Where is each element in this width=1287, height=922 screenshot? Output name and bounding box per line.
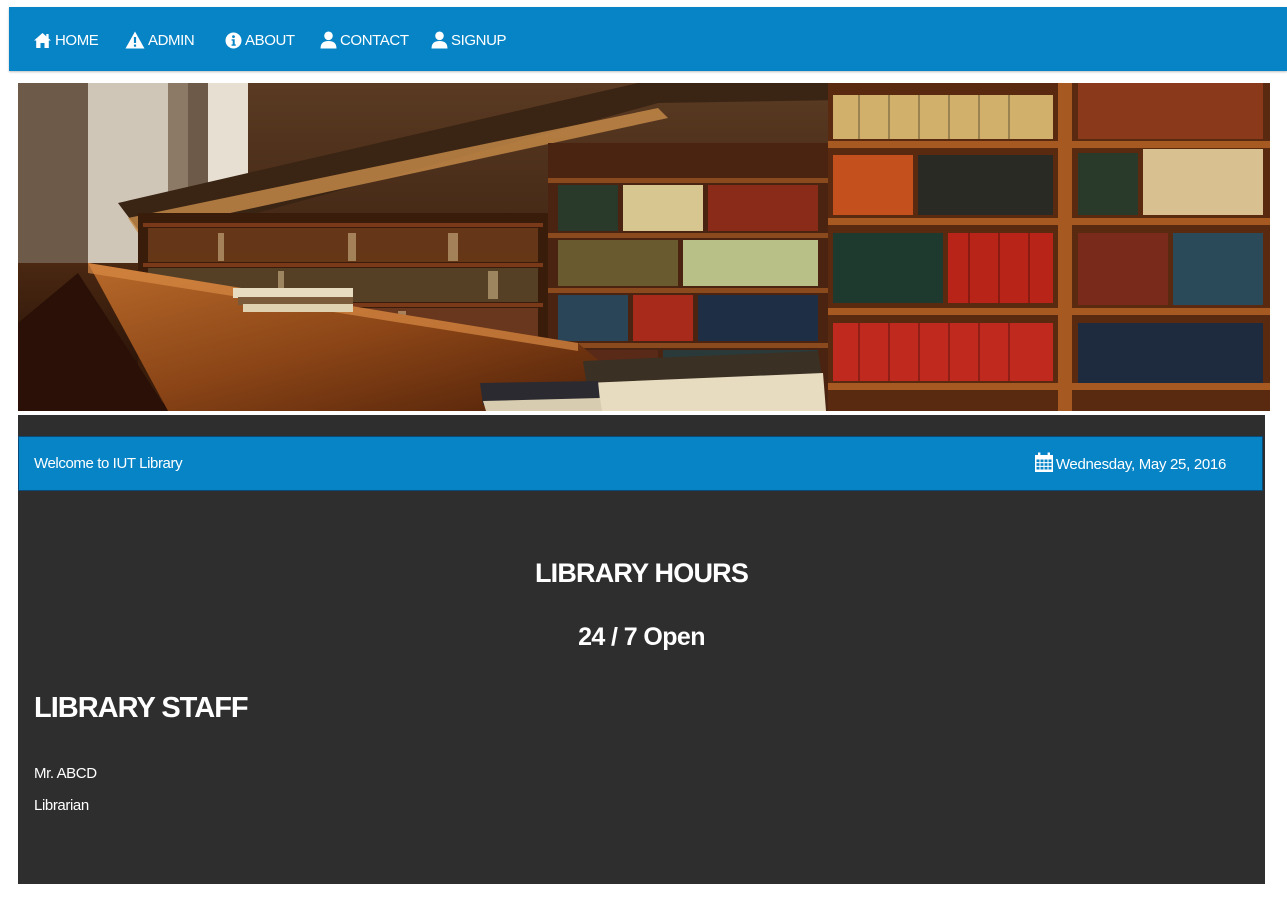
staff-name: Mr. ABCD xyxy=(34,765,97,782)
nav-about-label: ABOUT xyxy=(245,31,295,49)
nav-signup-link[interactable]: SIGNUP xyxy=(431,29,507,51)
nav-contact-label: CONTACT xyxy=(340,31,409,49)
user-icon xyxy=(320,31,337,49)
nav-admin-link[interactable]: ADMIN xyxy=(125,29,195,51)
nav-home-link[interactable]: HOME xyxy=(33,29,99,51)
staff-role: Librarian xyxy=(34,797,89,814)
date-text: Wednesday, May 25, 2016 xyxy=(1055,456,1226,473)
welcome-bar: Welcome to IUT Library Wednesday, May 25… xyxy=(18,436,1263,491)
nav-signup-label: SIGNUP xyxy=(451,31,507,49)
home-icon xyxy=(33,32,52,49)
nav-home-label: HOME xyxy=(55,31,99,49)
top-navbar: HOME ADMIN ABOUT CONTACT SIGNUP xyxy=(9,7,1287,71)
warning-icon xyxy=(125,31,145,49)
content-panel: Welcome to IUT Library Wednesday, May 25… xyxy=(18,415,1265,884)
library-staff-title: LIBRARY STAFF xyxy=(34,692,249,724)
library-banner-image xyxy=(18,83,1270,411)
calendar-icon xyxy=(1034,452,1054,477)
info-icon xyxy=(225,32,242,49)
welcome-text: Welcome to IUT Library xyxy=(34,455,183,472)
library-hours-value: 24 / 7 Open xyxy=(578,623,705,651)
user-icon xyxy=(431,31,448,49)
nav-admin-label: ADMIN xyxy=(148,31,195,49)
current-date: Wednesday, May 25, 2016 xyxy=(1034,452,1226,477)
library-hours-title: LIBRARY HOURS xyxy=(534,558,749,588)
nav-contact-link[interactable]: CONTACT xyxy=(320,29,409,51)
nav-about-link[interactable]: ABOUT xyxy=(225,29,295,51)
